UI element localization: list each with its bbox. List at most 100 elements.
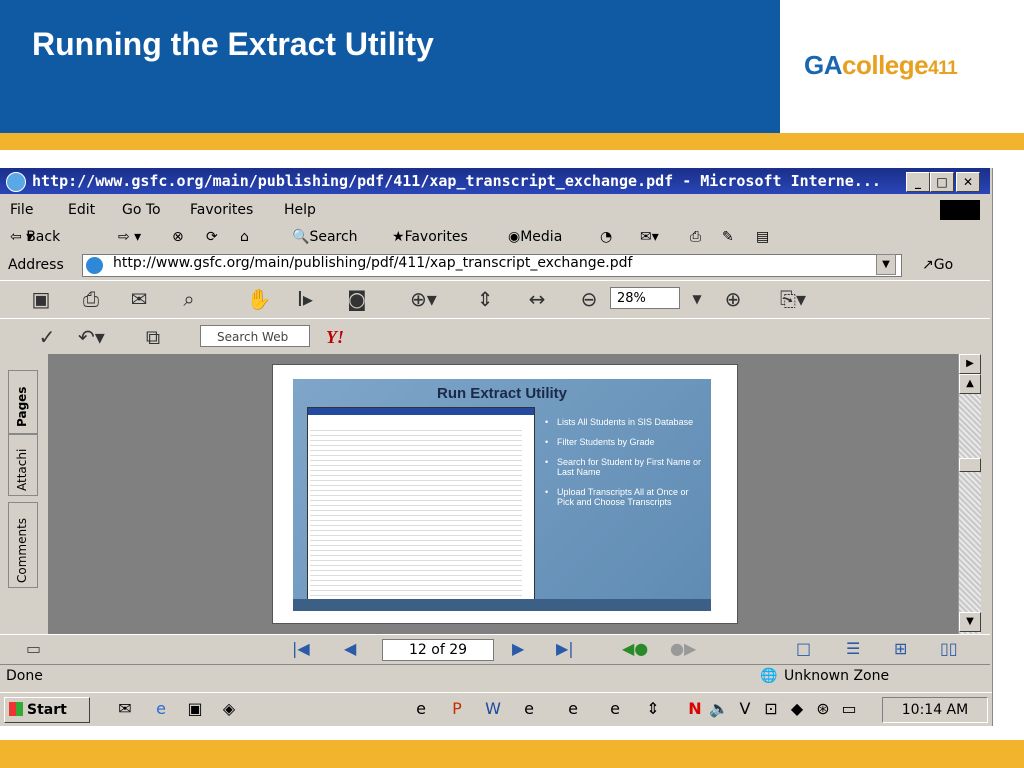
tray-connection-icon[interactable]: ⊛ [812,699,834,719]
menu-edit[interactable]: Edit [68,198,95,222]
menu-favorites[interactable]: Favorites [190,198,253,222]
zoom-dropdown[interactable]: ▼ [684,287,710,311]
windows-flag-icon [940,200,980,220]
search-web-input[interactable]: Search Web [200,325,310,347]
history-icon[interactable]: ◔ [600,224,612,250]
quicklaunch-desktop-icon[interactable]: ▣ [184,699,206,719]
quicklaunch-ie-icon[interactable]: e [150,699,172,719]
taskbar-ie-window-3[interactable]: e [562,699,584,719]
rotate-view-icon[interactable]: ⎘▾ [780,287,806,311]
start-button[interactable]: Start [4,697,90,723]
last-page-icon[interactable]: ▶| [556,639,574,658]
menu-file[interactable]: File [10,198,33,222]
bullet-item: Search for Student by First Name or Last… [545,457,705,477]
undo-icon[interactable]: ↶▾ [78,325,105,349]
media-button[interactable]: ◉ Media [508,224,562,250]
go-forward-view-icon[interactable]: ●▶ [670,639,696,658]
maximize-button[interactable]: □ [930,172,954,192]
tab-pages[interactable]: Pages [8,370,38,434]
menu-goto[interactable]: Go To [122,198,161,222]
favorites-button[interactable]: ★ Favorites [392,224,468,250]
back-button[interactable]: ⇦ Back ▾ [10,224,60,250]
tray-norton-icon[interactable]: N [684,699,706,719]
taskbar-scroll-icon[interactable]: ⇕ [642,699,664,719]
menu-help[interactable]: Help [284,198,316,222]
taskbar-word-icon[interactable]: W [482,699,504,719]
scroll-down-button[interactable]: ▼ [959,612,981,632]
page-layout-icon[interactable]: ▭ [26,639,41,658]
first-page-icon[interactable]: |◀ [292,639,310,658]
zoom-in-icon[interactable]: ⊕ [720,287,746,311]
zoom-in-tool-icon[interactable]: ⊕▾ [410,287,437,311]
facing-icon[interactable]: ▯▯ [940,639,958,658]
single-page-icon[interactable]: □ [796,639,811,658]
page-nav-bar: ▭ |◀ ◀ 12 of 29 ▶ ▶| ◀● ●▶ □ ☰ ⊞ ▯▯ [0,634,990,665]
standard-toolbar: ⇦ Back ▾ ⇨ ▾ ⊗ ⟳ ⌂ 🔍 Search ★ Favorites ◉… [0,224,990,250]
tray-monitor-icon[interactable]: ▭ [838,699,860,719]
snapshot-icon[interactable]: ◙ [344,287,370,311]
spellcheck-icon[interactable]: ✓ [34,325,60,349]
bullet-item: Lists All Students in SIS Database [545,417,705,427]
tray-virus-icon[interactable]: V [734,699,756,719]
save-icon[interactable]: ▣ [28,287,54,311]
embedded-slide: Run Extract Utility Lists All Students i… [293,379,711,611]
find-icon[interactable]: ⌕ [176,287,202,311]
go-button[interactable]: ↗Go [922,252,953,278]
zone-icon: 🌐 [760,668,778,684]
address-input[interactable]: http://www.gsfc.org/main/publishing/pdf/… [82,254,902,277]
continuous-facing-icon[interactable]: ⊞ [894,639,907,658]
zoom-input[interactable]: 28% [610,287,680,309]
address-dropdown[interactable]: ▼ [876,254,896,275]
tray-app-icon[interactable]: ◆ [786,699,808,719]
quicklaunch-app-icon[interactable]: ◈ [218,699,240,719]
discuss-icon[interactable]: ▤ [756,224,769,250]
status-text: Done [6,668,43,684]
vertical-scrollbar[interactable]: ▶ ▲ ▼ [958,354,981,634]
taskbar-ie-window-2[interactable]: e [518,699,540,719]
previous-page-icon[interactable]: ◀ [344,639,356,658]
close-button[interactable]: ✕ [956,172,980,192]
page-icon [86,257,103,274]
tab-attachments[interactable]: Attachi [8,434,38,496]
taskbar-ie-window-4[interactable]: e [604,699,626,719]
actual-size-icon[interactable]: ⇕ [472,287,498,311]
tray-volume-icon[interactable]: 🔈 [708,699,730,719]
refresh-icon[interactable]: ⟳ [206,224,218,250]
window-title: http://www.gsfc.org/main/publishing/pdf/… [32,172,881,190]
scroll-thumb[interactable] [959,458,981,472]
email-icon[interactable]: ✉ [126,287,152,311]
continuous-icon[interactable]: ☰ [846,639,860,658]
edit-icon[interactable]: ✎ [722,224,734,250]
side-tabs-panel: Pages Attachi Comments [0,354,48,634]
tab-comments-label: Comments [15,517,29,583]
taskbar-powerpoint-icon[interactable]: P [446,699,468,719]
mail-icon[interactable]: ✉▾ [640,224,659,250]
stop-icon[interactable]: ⊗ [172,224,184,250]
favorites-label: Favorites [404,229,468,245]
scroll-right-button[interactable]: ▶ [959,354,981,374]
tray-network-icon[interactable]: ⊡ [760,699,782,719]
tab-comments[interactable]: Comments [8,502,38,588]
slide-bullets: Lists All Students in SIS Database Filte… [545,417,705,517]
quicklaunch-outlook-icon[interactable]: ✉ [114,699,136,719]
zoom-out-icon[interactable]: ⊖ [576,287,602,311]
go-back-view-icon[interactable]: ◀● [622,639,648,658]
print-icon[interactable]: ⎙ [690,224,701,250]
select-text-icon[interactable]: I▸ [292,287,318,311]
logo-number: 411 [928,58,958,79]
home-icon[interactable]: ⌂ [240,224,249,250]
search-button[interactable]: 🔍 Search [292,224,358,250]
yahoo-button[interactable]: Y! [326,327,344,348]
next-page-icon[interactable]: ▶ [512,639,524,658]
start-label: Start [27,702,67,718]
scroll-up-button[interactable]: ▲ [959,374,981,394]
page-number-input[interactable]: 12 of 29 [382,639,494,661]
taskbar-ie-window-1[interactable]: e [410,699,432,719]
copy-icon[interactable]: ⧉ [140,325,166,349]
logo-college: college [842,50,929,80]
hand-tool-icon[interactable]: ✋ [246,287,272,311]
print-icon[interactable]: ⎙ [78,287,104,311]
minimize-button[interactable]: _ [906,172,930,192]
fit-width-icon[interactable]: ↔ [524,287,550,311]
forward-button[interactable]: ⇨ ▾ [118,224,141,250]
